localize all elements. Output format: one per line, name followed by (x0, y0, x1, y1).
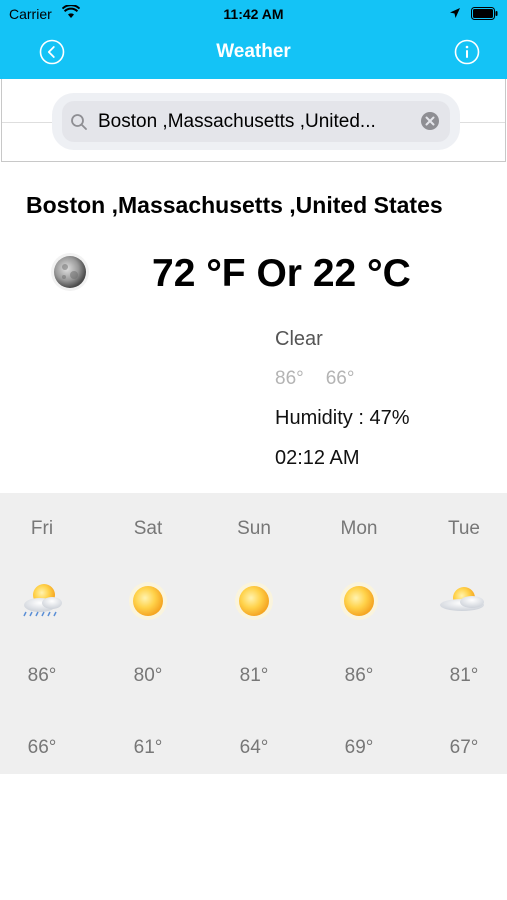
battery-icon (471, 7, 498, 20)
forecast-day: Sat 80° 61° (98, 493, 198, 774)
page-title: Weather (216, 41, 291, 62)
sun-icon (129, 582, 167, 620)
search-bar-container (1, 79, 506, 162)
forecast-low: 67° (449, 737, 479, 758)
sun-icon (235, 582, 273, 620)
forecast-day: Mon 86° 69° (309, 493, 409, 774)
search-input[interactable] (98, 110, 416, 134)
forecast-day: Fri 86° 66° (0, 493, 92, 774)
forecast-day-name: Mon (340, 518, 378, 539)
forecast-high: 86° (344, 665, 374, 686)
search-field[interactable] (62, 101, 450, 142)
local-time: 02:12 AM (275, 447, 360, 469)
humidity: Humidity : 47% (275, 407, 410, 429)
forecast-day-name: Sat (133, 518, 163, 539)
sun-cloud-rain-icon (23, 584, 62, 617)
status-time: 11:42 AM (223, 6, 284, 22)
forecast-low: 69° (344, 737, 374, 758)
forecast-day: Tue 81° 67° (414, 493, 507, 774)
forecast-high: 81° (449, 665, 479, 686)
forecast-day: Sun 81° 64° (204, 493, 304, 774)
weather-condition: Clear (275, 328, 323, 350)
search-icon (71, 114, 87, 130)
sun-cloud-icon (440, 587, 484, 611)
forecast-panel: Fri 86° 66° Sat 80° 61° Sun 81° 64° Mon (0, 493, 507, 774)
today-high: 86° (275, 368, 304, 389)
navigation-bar: Carrier 11:42 AM Weather (0, 0, 507, 79)
status-bar: Carrier 11:42 AM (0, 0, 507, 28)
current-temperature: 72 °F Or 22 °C (152, 252, 411, 295)
forecast-low: 64° (239, 737, 269, 758)
forecast-high: 80° (133, 665, 163, 686)
forecast-high: 81° (239, 665, 269, 686)
today-high-low: 86° 66° (275, 368, 376, 390)
moon-icon (51, 253, 89, 291)
today-low: 66° (325, 368, 355, 389)
forecast-low: 66° (27, 737, 57, 758)
sun-icon (340, 582, 378, 620)
city-name: Boston ,Massachusetts ,United States (26, 192, 443, 218)
clear-search-button[interactable] (420, 111, 440, 131)
forecast-day-name: Fri (30, 518, 54, 539)
info-button[interactable] (454, 39, 480, 65)
forecast-day-name: Sun (237, 518, 271, 539)
forecast-low: 61° (133, 737, 163, 758)
forecast-day-name: Tue (447, 518, 481, 539)
forecast-high: 86° (27, 665, 57, 686)
location-arrow-icon (450, 8, 460, 18)
